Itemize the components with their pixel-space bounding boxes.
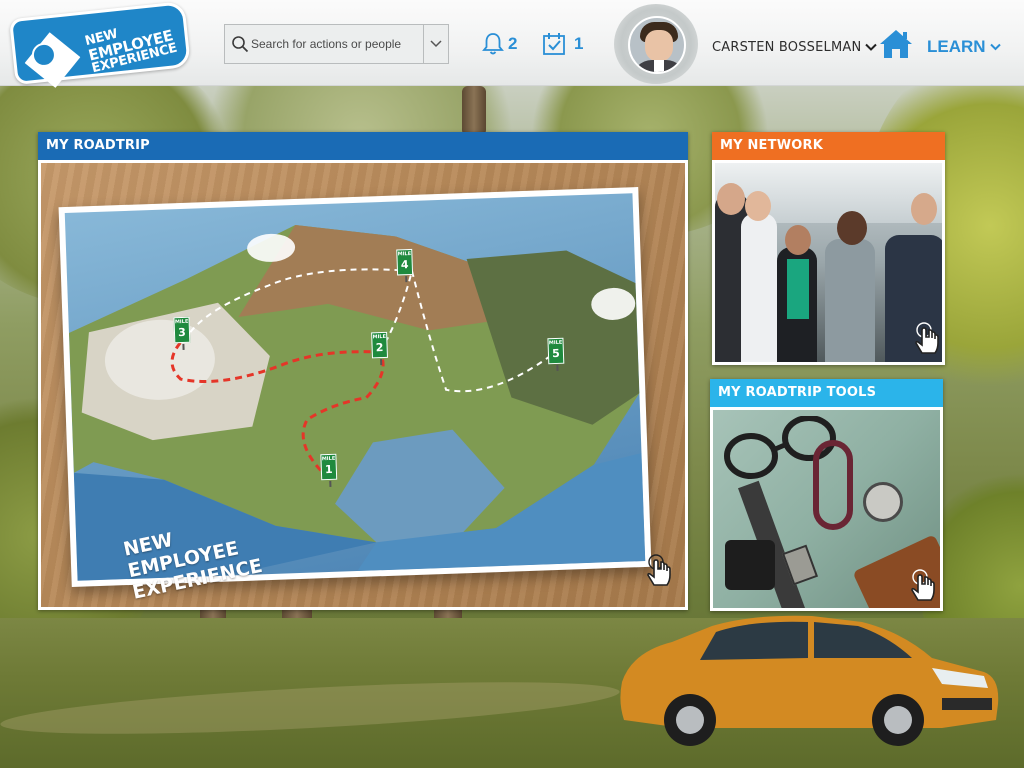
tasks-count: 1 <box>574 34 584 53</box>
logo-text: NEW EMPLOYEE EXPERIENCE <box>83 12 187 76</box>
notifications-count: 2 <box>508 34 518 53</box>
my-roadtrip-tools-title: MY ROADTRIP TOOLS <box>710 379 943 407</box>
roadtrip-map-scene: 1 2 3 4 5 NEW EMPLOYEE EXPERIENCE <box>41 163 685 607</box>
mile-marker-5[interactable]: 5 <box>547 337 565 365</box>
learn-label: LEARN <box>927 37 986 56</box>
calendar-check-icon <box>543 33 565 55</box>
chevron-down-icon <box>430 40 442 48</box>
mile-marker-4[interactable]: 4 <box>396 248 414 276</box>
avatar-photo <box>628 16 686 74</box>
tap-hand-icon[interactable] <box>643 553 675 589</box>
top-header-bar: NEW EMPLOYEE EXPERIENCE 2 <box>0 0 1024 86</box>
tap-hand-icon[interactable] <box>907 568 939 604</box>
my-roadtrip-card[interactable]: MY ROADTRIP MILE 1 MILE 2 MILE 3 MILE 4 … <box>38 132 688 610</box>
mile-marker-3[interactable]: 3 <box>173 316 191 344</box>
network-photo <box>715 163 942 362</box>
chevron-down-icon <box>865 43 878 51</box>
my-network-card[interactable]: MY NETWORK <box>712 132 945 365</box>
roadtrip-map[interactable]: 1 2 3 4 5 NEW EMPLOYEE EXPERIENCE <box>58 186 652 604</box>
my-network-title: MY NETWORK <box>712 132 945 160</box>
mile-marker-2[interactable]: 2 <box>371 331 389 359</box>
user-menu[interactable]: CARSTEN BOSSELMAN <box>712 40 878 55</box>
chevron-down-icon <box>989 43 1001 51</box>
tap-hand-icon[interactable] <box>911 321 942 357</box>
app-logo[interactable]: NEW EMPLOYEE EXPERIENCE <box>9 0 191 80</box>
tasks-button[interactable]: 1 <box>542 32 583 56</box>
mile-marker-1[interactable]: 1 <box>320 453 338 481</box>
search-dropdown-button[interactable] <box>423 25 448 63</box>
bell-icon <box>482 33 504 55</box>
terrain-illustration <box>68 224 646 581</box>
notifications-button[interactable]: 2 <box>482 32 517 56</box>
search-input[interactable] <box>251 25 421 63</box>
user-name: CARSTEN BOSSELMAN <box>712 40 862 55</box>
user-avatar[interactable] <box>614 4 700 84</box>
car-image <box>620 615 999 746</box>
logo-shield: NEW EMPLOYEE EXPERIENCE <box>9 0 191 85</box>
learn-menu[interactable]: LEARN <box>927 37 1001 57</box>
my-roadtrip-title: MY ROADTRIP <box>38 132 688 160</box>
tools-photo <box>713 410 940 608</box>
search-box <box>224 24 449 64</box>
compass-image <box>863 482 903 522</box>
search-icon[interactable] <box>231 35 249 53</box>
home-icon[interactable] <box>878 28 914 60</box>
my-roadtrip-tools-card[interactable]: MY ROADTRIP TOOLS <box>710 379 943 611</box>
